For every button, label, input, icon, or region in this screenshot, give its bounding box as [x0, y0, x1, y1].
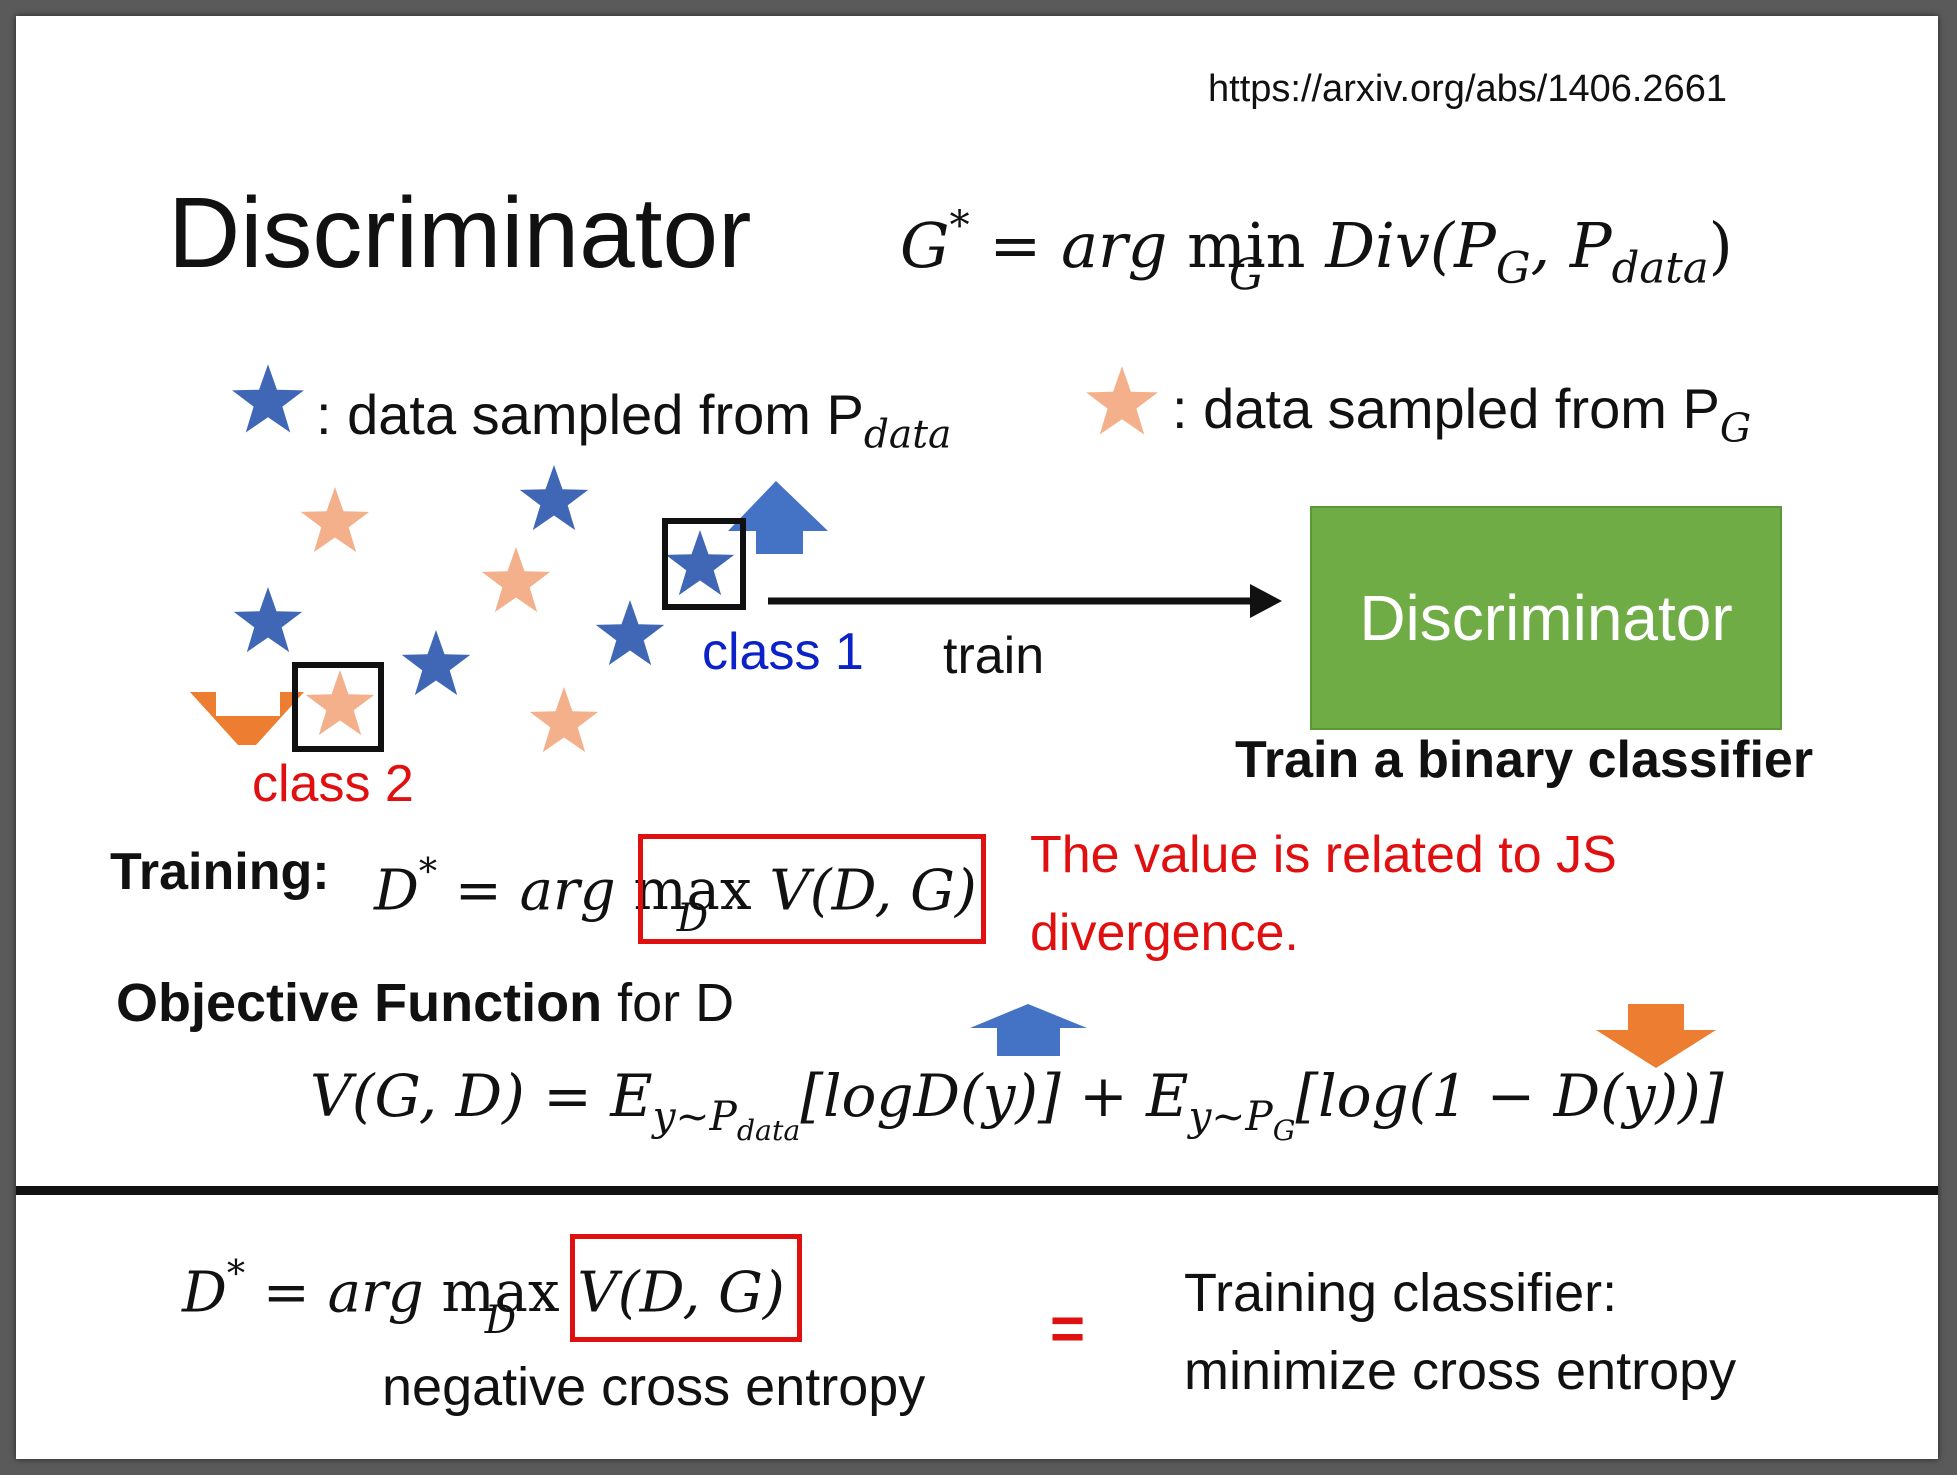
orange-star-icon — [300, 487, 370, 553]
highlight-box — [570, 1234, 802, 1342]
slide: https://arxiv.org/abs/1406.2661 Discrimi… — [16, 16, 1938, 1459]
js-divergence-note: The value is related to JS divergence. — [1030, 826, 1617, 962]
objective-function-heading: Objective Function for D — [116, 972, 734, 1034]
blue-star-icon — [233, 587, 303, 653]
training-classifier-line1: Training classifier: — [1184, 1263, 1618, 1323]
equals-sign: = — [1050, 1295, 1086, 1362]
up-arrow-icon — [970, 1004, 1087, 1056]
objective-rest: for D — [602, 973, 735, 1033]
section-divider — [16, 1186, 1938, 1195]
down-arrow-icon — [190, 692, 304, 745]
binary-classifier-caption: Train a binary classifier — [1235, 731, 1814, 789]
highlight-box — [638, 834, 986, 944]
value-function-equation: V(G, D) = Ey~Pdata[logD(y)] + Ey~PG[log(… — [310, 1062, 1723, 1147]
eq-term: = — [437, 858, 520, 924]
eq-term: [logD(y)] + E — [800, 1062, 1189, 1130]
eq-term: G — [1272, 1114, 1296, 1148]
eq-term: y~P — [1188, 1092, 1273, 1141]
class1-selection-box — [662, 518, 746, 610]
eq-term: D — [484, 1297, 517, 1343]
class1-label: class 1 — [702, 623, 864, 681]
train-label: train — [943, 627, 1045, 685]
eq-term: y~P — [652, 1092, 737, 1141]
orange-star-icon — [481, 547, 551, 613]
orange-star-icon — [529, 687, 599, 753]
training-classifier-line2: minimize cross entropy — [1184, 1341, 1737, 1401]
eq-term: [log(1 − D(y))] — [1295, 1062, 1724, 1130]
eq-term: V(G, D) = E — [310, 1062, 653, 1130]
eq-term: D — [374, 858, 419, 924]
class2-selection-box — [292, 662, 384, 752]
eq-term: arg — [519, 858, 634, 924]
blue-star-icon — [595, 600, 665, 666]
blue-star-icon — [519, 465, 589, 531]
eq-term: data — [736, 1114, 801, 1148]
discriminator-box-label: Discriminator — [1359, 582, 1733, 654]
class2-label: class 2 — [252, 755, 414, 813]
training-label: Training: — [110, 843, 330, 901]
eq-term: arg — [327, 1260, 442, 1326]
eq-term: D — [182, 1260, 227, 1326]
objective-bold: Objective Function — [116, 973, 603, 1033]
negative-cross-entropy-caption: negative cross entropy — [382, 1357, 926, 1417]
eq-term: * — [226, 1252, 246, 1295]
eq-term: = — [245, 1260, 328, 1326]
eq-term: * — [418, 850, 438, 893]
blue-star-icon — [401, 630, 471, 696]
eq-operator: max D — [441, 1260, 559, 1342]
discriminator-box: Discriminator — [1310, 506, 1782, 730]
right-arrow-icon — [1250, 584, 1282, 618]
down-arrow-icon — [1596, 1004, 1716, 1068]
